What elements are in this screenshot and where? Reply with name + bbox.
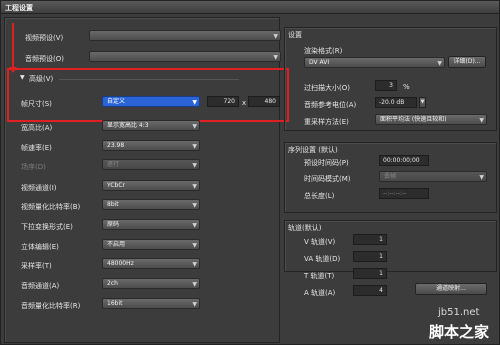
chevron-down-icon: ▼ — [192, 99, 197, 106]
preset-timecode-label: 预设时间码(P) — [304, 159, 349, 167]
project-settings-window: 工程设置 视频预设(V) ▼ 音频预设(O) ▼ ▼ 高级(V) 帧尺寸(S) … — [0, 0, 500, 345]
timecode-mode-label: 时间码模式(M) — [304, 175, 351, 183]
audio-quant-dropdown[interactable]: 16bit ▼ — [102, 298, 200, 309]
advanced-toggle-icon[interactable]: ▼ — [20, 74, 25, 81]
sample-rate-label: 采样率(T) — [21, 262, 52, 270]
watermark-site: jb51.net — [438, 307, 480, 318]
va-track-label: VA 轨道(D) — [304, 255, 341, 263]
total-length-label: 总长度(L) — [304, 192, 335, 200]
audio-ref-label: 音频参考电位(A) — [304, 101, 357, 109]
resample-label: 重采样方法(E) — [304, 118, 349, 126]
audio-preset-dropdown[interactable]: ▼ — [89, 51, 281, 62]
render-format-dropdown[interactable]: DV AVI ▼ — [304, 57, 445, 68]
video-channel-label: 视频通道(I) — [21, 184, 57, 192]
overscan-unit: % — [403, 83, 410, 91]
frame-height-input[interactable]: 480 — [248, 96, 280, 107]
chevron-down-icon: ▼ — [192, 242, 197, 249]
v-track-label: V 轨道(V) — [304, 238, 336, 246]
video-channel-dropdown[interactable]: YCbCr ▼ — [102, 180, 200, 191]
v-track-input[interactable]: 1 — [353, 234, 387, 245]
channel-map-button[interactable]: 通道映射... — [415, 283, 487, 295]
chevron-down-icon: ▼ — [192, 222, 197, 229]
frame-size-dropdown[interactable]: 自定义 ▼ — [102, 96, 200, 107]
sequence-title: 序列设置 (默认) — [288, 146, 338, 154]
chevron-down-icon: ▼ — [192, 183, 197, 190]
advanced-divider — [59, 79, 239, 80]
overscan-input[interactable]: 3 — [375, 80, 397, 91]
annotation-arrow-line — [12, 23, 14, 67]
frame-rate-dropdown[interactable]: 23.98 ▼ — [102, 140, 200, 151]
video-quant-label: 视频量化比特率(B) — [21, 203, 81, 211]
chevron-down-icon: ▼ — [479, 174, 484, 181]
frame-rate-label: 帧速率(E) — [21, 144, 52, 152]
t-track-input[interactable]: 1 — [353, 268, 387, 279]
chevron-down-icon: ▼ — [192, 202, 197, 209]
chevron-down-icon: ▼ — [192, 281, 197, 288]
render-detail-button[interactable]: 详细(D)... — [448, 56, 486, 68]
stereo-label: 立体编辑(E) — [21, 243, 59, 251]
preset-timecode-input[interactable]: 00:00:00;00 — [379, 155, 429, 166]
tracks-title: 轨道(默认) — [288, 224, 322, 232]
chevron-down-icon: ▼ — [192, 143, 197, 150]
field-order-dropdown: 逐行 ▼ — [102, 159, 200, 170]
sample-rate-dropdown[interactable]: 48000Hz ▼ — [102, 258, 200, 269]
aspect-dropdown[interactable]: 显示宽高比 4:3 ▼ — [102, 120, 200, 131]
title-bar[interactable]: 工程设置 — [1, 1, 499, 14]
resample-dropdown[interactable]: 面积平均法 (快速且较和) ▼ — [375, 114, 487, 125]
total-length-input[interactable]: --:--:--:-- — [379, 188, 429, 199]
audio-quant-label: 音频量化比特率(R) — [21, 302, 81, 310]
overscan-label: 过扫描大小(O) — [304, 84, 350, 92]
chevron-down-icon: ▼ — [273, 54, 278, 61]
pulldown-dropdown[interactable]: 原码 ▼ — [102, 219, 200, 230]
timecode-mode-dropdown: 丢帧 ▼ — [379, 171, 487, 182]
va-track-input[interactable]: 1 — [353, 251, 387, 262]
field-order-label: 场序(D) — [21, 163, 46, 171]
a-track-input[interactable]: 4 — [353, 285, 387, 296]
video-preset-dropdown[interactable]: ▼ — [89, 30, 281, 41]
frame-width-input[interactable]: 720 — [207, 96, 239, 107]
audio-ref-dropdown-button[interactable]: ▼ — [419, 97, 426, 108]
window-title: 工程设置 — [5, 4, 33, 12]
t-track-label: T 轨道(T) — [304, 272, 335, 280]
pulldown-label: 下拉变换形式(E) — [21, 223, 73, 231]
frame-size-label: 帧尺寸(S) — [21, 100, 52, 108]
audio-ref-input[interactable]: -20.0 dB — [375, 97, 417, 108]
chevron-down-icon: ▼ — [192, 123, 197, 130]
chevron-down-icon: ▼ — [192, 301, 197, 308]
chevron-down-icon: ▼ — [479, 117, 484, 124]
video-preset-label: 视频预设(V) — [25, 34, 64, 42]
audio-preset-label: 音频预设(O) — [25, 55, 64, 63]
chevron-down-icon: ▼ — [273, 33, 278, 40]
video-quant-dropdown[interactable]: 8bit ▼ — [102, 199, 200, 210]
audio-channel-label: 音频通道(A) — [21, 282, 60, 290]
aspect-label: 宽高比(A) — [21, 124, 53, 132]
settings-title: 设置 — [288, 31, 302, 39]
chevron-down-icon: ▼ — [192, 162, 197, 169]
frame-size-times: x — [242, 99, 247, 107]
chevron-down-icon: ▼ — [437, 60, 442, 67]
advanced-section-label[interactable]: 高级(V) — [29, 74, 53, 84]
stereo-dropdown[interactable]: 不启用 ▼ — [102, 239, 200, 250]
audio-channel-dropdown[interactable]: 2ch ▼ — [102, 278, 200, 289]
chevron-down-icon: ▼ — [192, 261, 197, 268]
render-format-label: 渲染格式(R) — [304, 47, 343, 55]
watermark-brand: 脚本之家 — [429, 323, 490, 341]
a-track-label: A 轨道(A) — [304, 289, 336, 297]
